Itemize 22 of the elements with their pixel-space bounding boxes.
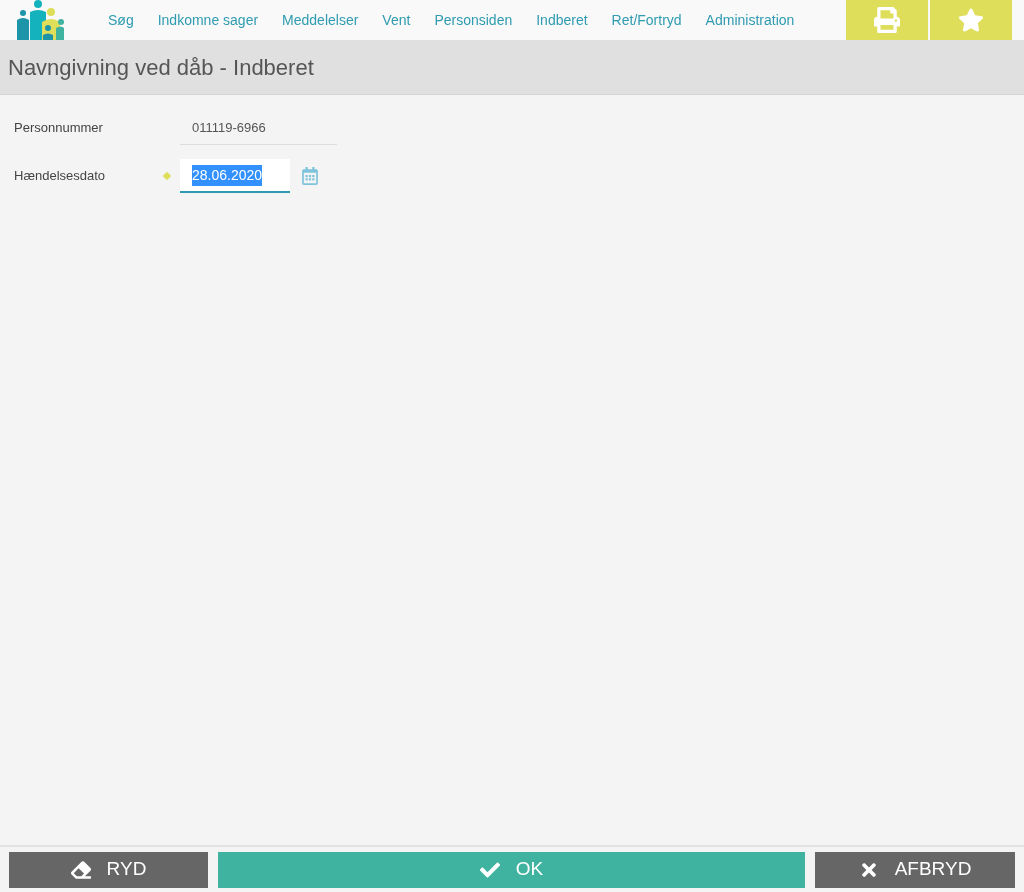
print-button[interactable] <box>846 0 928 40</box>
nav-link[interactable]: Personsiden <box>422 9 525 31</box>
field-label: Personnummer <box>14 119 104 138</box>
print-icon <box>874 7 900 33</box>
action-button[interactable]: RYD <box>9 851 208 888</box>
nav-link[interactable]: Ret/Fortryd <box>599 9 694 31</box>
nav-link[interactable]: Indberet <box>524 9 600 31</box>
eraser-icon <box>70 859 91 880</box>
star-icon <box>958 7 984 33</box>
nav-link[interactable]: Vent <box>370 9 423 31</box>
favorite-button[interactable] <box>930 0 1012 40</box>
nav-link[interactable]: Søg <box>96 9 146 31</box>
calendar-icon[interactable] <box>301 167 319 185</box>
nav-link[interactable]: Meddelelser <box>270 9 371 31</box>
date-input-field[interactable]: 28.06.2020 <box>180 159 290 193</box>
nav-link[interactable]: Administration <box>693 9 807 31</box>
page-title: Navngivning ved dåb - Indberet <box>8 53 314 82</box>
field-value: 011119-6966 <box>180 111 337 145</box>
nav-link[interactable]: Indkomne sager <box>145 9 271 31</box>
action-button[interactable]: AFBRYD <box>815 851 1015 888</box>
action-button[interactable]: OK <box>218 851 805 888</box>
field-label: Hændelsesdato <box>14 167 107 186</box>
